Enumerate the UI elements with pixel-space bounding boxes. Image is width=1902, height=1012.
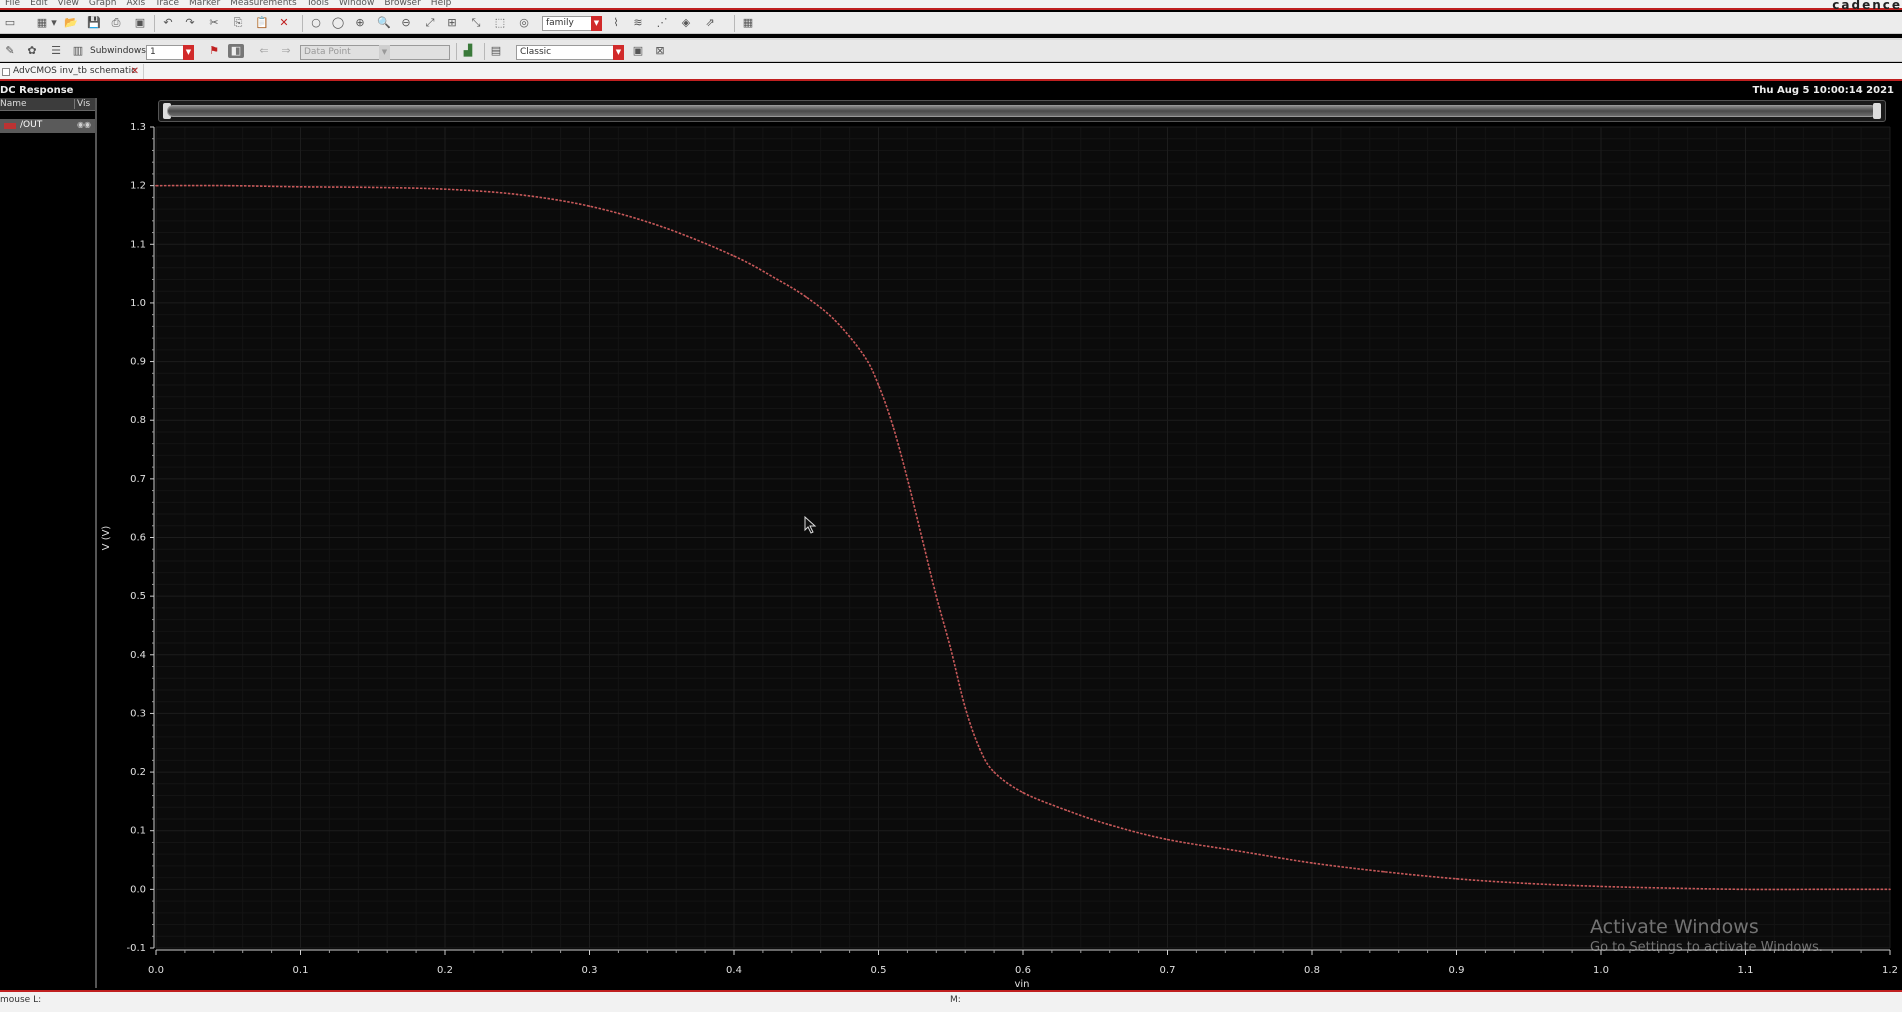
dc-response-plot[interactable]: 1.3 1.2 1.1 1.0 0.9 0.8 0.7 0.6 0.5 0.4 0.3 0.2 0.1 0… (0, 0, 1902, 1012)
trace-out-point (834, 319, 836, 322)
y-axis-label: V (V) (101, 526, 112, 551)
mouse-cursor-icon (804, 516, 817, 534)
trace-out-point (1238, 850, 1241, 853)
trace-out-point (588, 205, 591, 207)
trace-out-point (877, 384, 880, 386)
trace-out-point (155, 184, 157, 187)
y-tick-label: 0.4 (130, 650, 146, 661)
x-tick-label: 1.1 (1738, 965, 1754, 976)
trace-out-point (964, 706, 966, 709)
trace-out-point (1108, 824, 1111, 826)
y-tick-label: 1.3 (130, 122, 146, 133)
trace-out-point (1744, 888, 1747, 891)
x-tick-label: 0.0 (148, 965, 164, 976)
trace-out-point (660, 225, 663, 228)
trace-out-point (444, 188, 446, 190)
x-tick-label: 0.8 (1304, 965, 1320, 976)
y-tick-label: 1.1 (130, 239, 146, 250)
x-tick-label: 0.3 (582, 965, 598, 976)
trace-out-point (1889, 888, 1891, 891)
trace-out-point (1455, 878, 1458, 880)
trace-out-point (1022, 791, 1024, 794)
statusbar: mouse L: M: (0, 990, 1902, 1012)
x-tick-label: 1.2 (1882, 965, 1898, 976)
y-tick-label: 1.2 (130, 181, 146, 192)
trace-out-point (892, 425, 894, 427)
trace-out-point (906, 478, 909, 480)
trace-out-point (733, 255, 735, 257)
trace-out-point (1527, 882, 1530, 885)
y-tick-label: 0.1 (130, 826, 146, 837)
x-tick-label: 0.5 (871, 965, 887, 976)
activate-windows-watermark: Activate Windows Go to Settings to activ… (1590, 916, 1823, 955)
trace-out-point (921, 536, 923, 539)
watermark-subtitle: Go to Settings to activate Windows. (1590, 940, 1823, 955)
trace-out-point (978, 747, 981, 750)
x-tick-label: 0.1 (293, 965, 309, 976)
x-tick-label: 0.2 (437, 965, 453, 976)
y-tick-label: 0.7 (130, 474, 146, 485)
y-tick-label: -0.1 (126, 943, 146, 954)
y-tick-label: 0.9 (130, 357, 146, 368)
trace-out-point (1672, 887, 1675, 889)
trace-out-point (227, 184, 230, 187)
trace-out-point (805, 296, 808, 298)
trace-out-point (1166, 838, 1169, 841)
watermark-title: Activate Windows (1590, 916, 1759, 938)
y-tick-label: 0.6 (130, 533, 146, 544)
trace-out-point (299, 186, 302, 188)
x-tick-label: 0.6 (1015, 965, 1031, 976)
y-tick-label: 0.3 (130, 708, 146, 719)
trace-out-point (1383, 870, 1386, 873)
trace-out-point (776, 278, 779, 281)
x-tick-label: 0.9 (1449, 965, 1465, 976)
y-tick-label: 1.0 (130, 298, 146, 309)
trace-out-point (1311, 862, 1313, 864)
trace-out-point (1065, 809, 1068, 811)
y-tick-label: 0.5 (130, 591, 146, 602)
trace-out-point (993, 771, 995, 773)
waveform-window: cadence File Edit View Graph Axis Trace Marker M… (0, 0, 1902, 1012)
trace-out-point (863, 354, 865, 357)
y-tick-label: 0.2 (130, 767, 146, 778)
trace-out-point (949, 648, 952, 650)
plot-grid (155, 126, 1891, 949)
x-tick-label: 0.4 (726, 965, 742, 976)
status-middle-binding: M: (950, 995, 961, 1005)
x-axis-label: vin (1014, 979, 1029, 990)
trace-out-point (935, 595, 938, 597)
trace-out-point (1600, 885, 1602, 888)
y-tick-label: 0.8 (130, 415, 146, 426)
y-tick-label: 0.0 (130, 884, 146, 895)
x-tick-label: 0.7 (1160, 965, 1176, 976)
x-tick-label: 1.0 (1593, 965, 1609, 976)
trace-out-point (1816, 888, 1819, 891)
status-mouse-binding: mouse L: (0, 995, 42, 1005)
trace-out-point (371, 186, 374, 189)
trace-out-point (516, 193, 519, 196)
